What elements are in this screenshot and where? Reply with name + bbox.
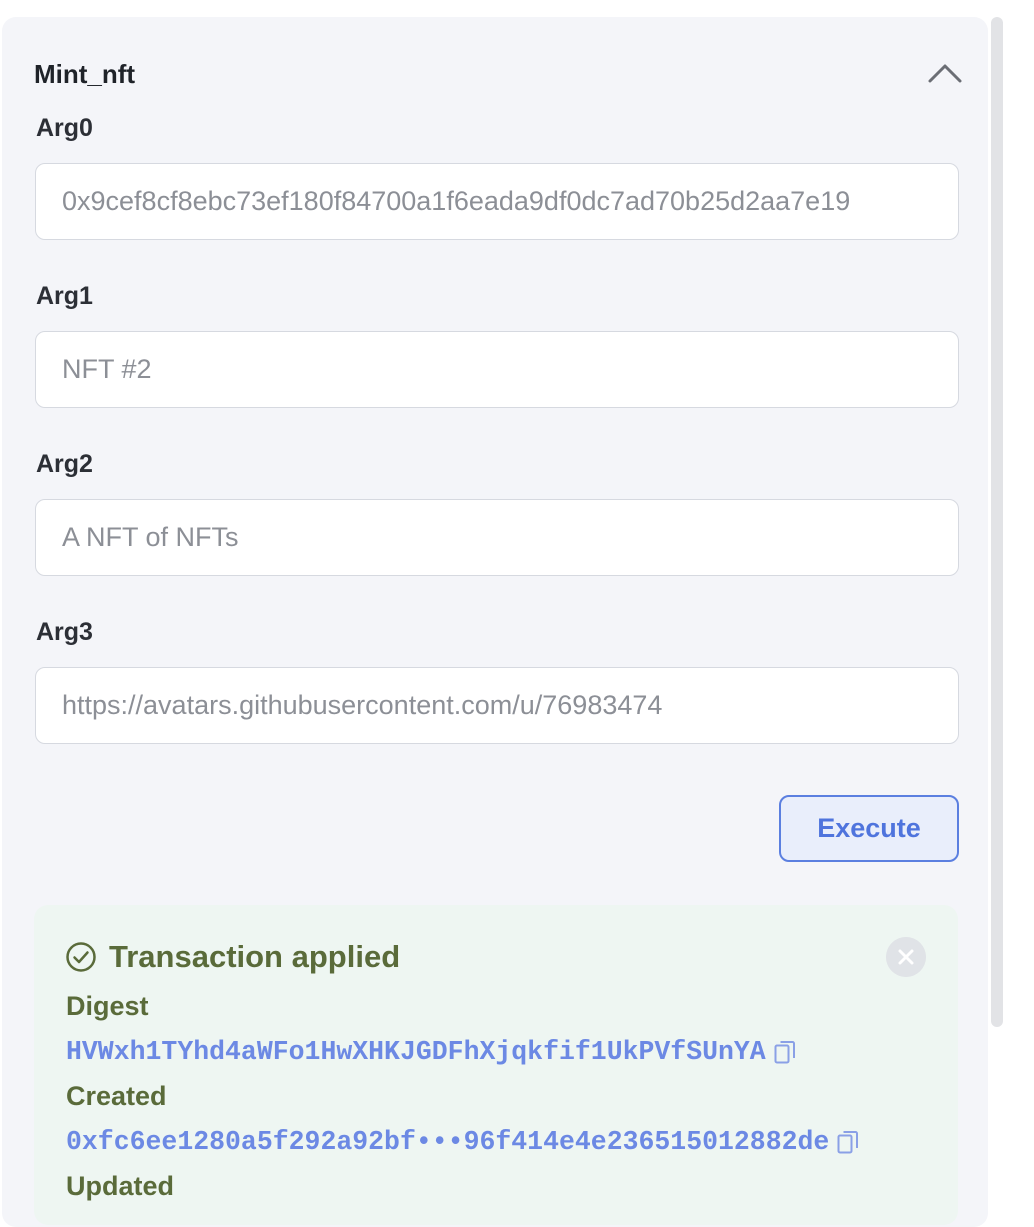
- arg0-label: Arg0: [36, 114, 93, 142]
- arg3-input[interactable]: [35, 667, 959, 744]
- digest-label: Digest: [66, 991, 149, 1021]
- arg1-input[interactable]: [35, 331, 959, 408]
- created-label: Created: [66, 1081, 167, 1111]
- arg2-input[interactable]: [35, 499, 959, 576]
- execute-button[interactable]: Execute: [779, 795, 959, 862]
- transaction-result-card: Transaction applied Digest HVWxh1TYhd4aW…: [34, 905, 958, 1225]
- copy-icon[interactable]: [774, 1039, 796, 1065]
- chevron-up-icon[interactable]: [927, 61, 963, 85]
- scrollbar[interactable]: [991, 17, 1003, 1027]
- transaction-status: Transaction applied: [65, 937, 400, 977]
- digest-link[interactable]: HVWxh1TYhd4aWFo1HwXHKJGDFhXjqkfif1UkPVfS…: [66, 1035, 796, 1069]
- arg0-input[interactable]: [35, 163, 959, 240]
- transaction-status-text: Transaction applied: [109, 939, 401, 974]
- panel-title: Mint_nft: [34, 59, 136, 89]
- arg1-label: Arg1: [36, 282, 93, 310]
- created-value[interactable]: 0xfc6ee1280a5f292a92bf•••96f414e4e236515…: [66, 1125, 829, 1159]
- updated-label: Updated: [66, 1171, 174, 1201]
- copy-icon[interactable]: [837, 1129, 859, 1155]
- arg3-label: Arg3: [36, 618, 93, 646]
- check-circle-icon: [66, 942, 96, 972]
- digest-value[interactable]: HVWxh1TYhd4aWFo1HwXHKJGDFhXjqkfif1UkPVfS…: [66, 1035, 766, 1069]
- close-icon[interactable]: [886, 937, 926, 977]
- arg2-label: Arg2: [36, 450, 93, 478]
- created-link[interactable]: 0xfc6ee1280a5f292a92bf•••96f414e4e236515…: [66, 1125, 859, 1159]
